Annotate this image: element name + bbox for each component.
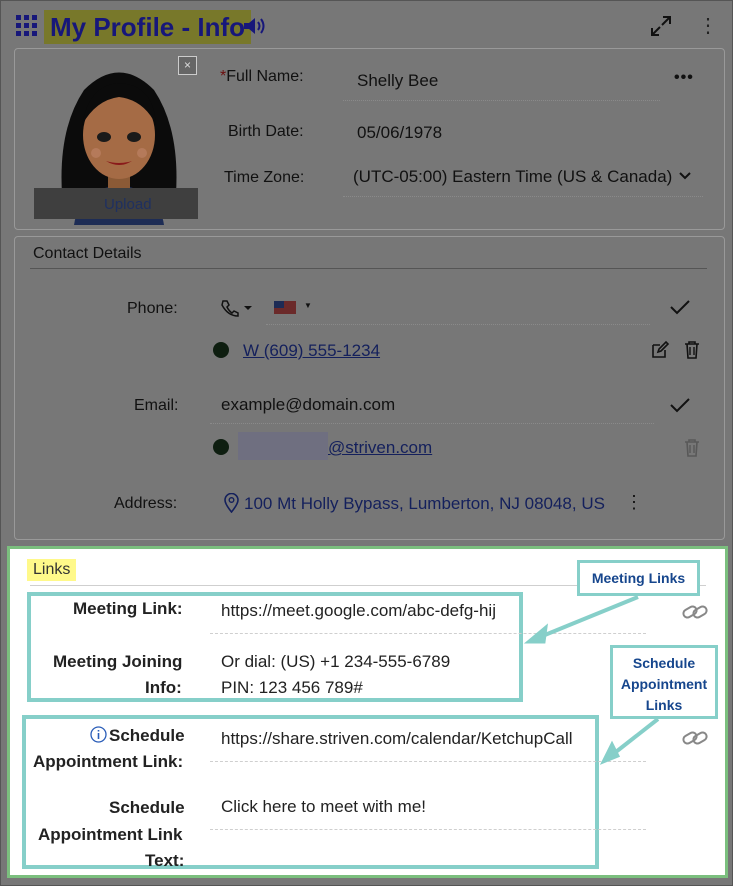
phone-input-underline xyxy=(266,324,650,325)
address-label: Address: xyxy=(114,495,178,512)
grid-icon[interactable] xyxy=(16,15,37,36)
time-zone-select[interactable]: (UTC-05:00) Eastern Time (US & Canada) xyxy=(353,167,672,187)
email-input[interactable]: example@domain.com xyxy=(221,395,395,415)
schedule-link-label-1: Schedule xyxy=(109,726,185,745)
time-zone-underline xyxy=(343,196,703,197)
window-header: My Profile - Info ⋮ xyxy=(0,0,733,50)
schedule-text-underline xyxy=(210,829,646,830)
check-icon[interactable] xyxy=(669,396,691,414)
phone-link[interactable]: W (609) 555-1234 xyxy=(243,341,380,361)
full-name-underline xyxy=(343,100,660,101)
email-input-underline xyxy=(210,423,654,424)
page-title: My Profile - Info xyxy=(44,10,251,44)
schedule-text-label-3: Text: xyxy=(145,851,185,870)
trash-icon[interactable] xyxy=(683,340,701,360)
address-more-button[interactable]: ⋮ xyxy=(625,492,643,513)
phone-icon xyxy=(221,300,239,317)
schedule-link-underline xyxy=(210,761,646,762)
email-link[interactable]: @striven.com xyxy=(328,438,432,458)
birth-date-field[interactable]: 05/06/1978 xyxy=(357,123,442,143)
phone-label: Phone: xyxy=(127,300,178,317)
flag-icon[interactable] xyxy=(274,301,296,314)
full-name-field[interactable]: Shelly Bee xyxy=(357,71,438,91)
kebab-icon[interactable]: ⋮ xyxy=(698,14,718,38)
map-pin-icon xyxy=(224,493,239,513)
meeting-joining-line-1[interactable]: Or dial: (US) +1 234-555-6789 xyxy=(221,652,450,672)
chain-link-icon[interactable] xyxy=(681,601,709,623)
schedule-callout-line-2: Appointment xyxy=(620,676,708,692)
email-username-redacted xyxy=(238,432,328,460)
remove-photo-button[interactable]: × xyxy=(178,56,197,75)
country-dropdown-arrow[interactable]: ▼ xyxy=(304,301,312,310)
full-name-label: *Full Name: xyxy=(220,68,304,86)
info-icon[interactable] xyxy=(90,726,107,743)
close-icon: × xyxy=(183,58,191,72)
upload-button[interactable]: Upload xyxy=(104,196,152,213)
schedule-links-callout: Schedule Appointment Links xyxy=(610,645,718,719)
check-icon[interactable] xyxy=(669,298,691,316)
more-options-button[interactable]: ••• xyxy=(674,69,694,87)
meeting-link-field[interactable]: https://meet.google.com/abc-defg-hij xyxy=(221,601,496,621)
schedule-callout-line-3: Links xyxy=(645,697,683,713)
chevron-down-icon[interactable] xyxy=(679,170,691,182)
email-primary-dot[interactable] xyxy=(213,439,229,455)
time-zone-label: Time Zone: xyxy=(224,169,305,186)
email-label: Email: xyxy=(134,397,179,414)
meeting-joining-line-2[interactable]: PIN: 123 456 789# xyxy=(221,678,363,698)
schedule-text-label-2: Appointment Link xyxy=(38,825,183,844)
edit-icon[interactable] xyxy=(650,340,670,360)
schedule-link-label-2: Appointment Link: xyxy=(33,752,184,771)
full-name-label-text: Full Name: xyxy=(226,68,304,85)
meeting-joining-label-2: Info: xyxy=(145,678,182,697)
schedule-callout-line-1: Schedule xyxy=(632,655,696,671)
phone-primary-dot[interactable] xyxy=(213,342,229,358)
schedule-text-label-1: Schedule xyxy=(109,798,185,817)
schedule-link-field[interactable]: https://share.striven.com/calendar/Ketch… xyxy=(221,729,573,749)
schedule-text-field[interactable]: Click here to meet with me! xyxy=(221,797,426,817)
phone-type-dropdown[interactable] xyxy=(220,299,256,317)
expand-icon[interactable] xyxy=(650,15,672,37)
address-link[interactable]: 100 Mt Holly Bypass, Lumberton, NJ 08048… xyxy=(244,494,605,514)
chain-link-icon[interactable] xyxy=(681,727,709,749)
meeting-link-underline xyxy=(210,633,646,634)
birth-date-label: Birth Date: xyxy=(228,123,304,140)
links-section-title: Links xyxy=(27,559,77,581)
speaker-icon[interactable] xyxy=(242,15,268,37)
meeting-links-callout: Meeting Links xyxy=(577,560,700,596)
meeting-joining-label-1: Meeting Joining xyxy=(53,652,183,671)
contact-section-rule xyxy=(30,268,707,269)
meeting-links-callout-text: Meeting Links xyxy=(591,570,686,586)
meeting-link-label: Meeting Link: xyxy=(73,599,183,618)
trash-icon[interactable] xyxy=(683,438,701,458)
contact-section-title: Contact Details xyxy=(33,245,142,262)
